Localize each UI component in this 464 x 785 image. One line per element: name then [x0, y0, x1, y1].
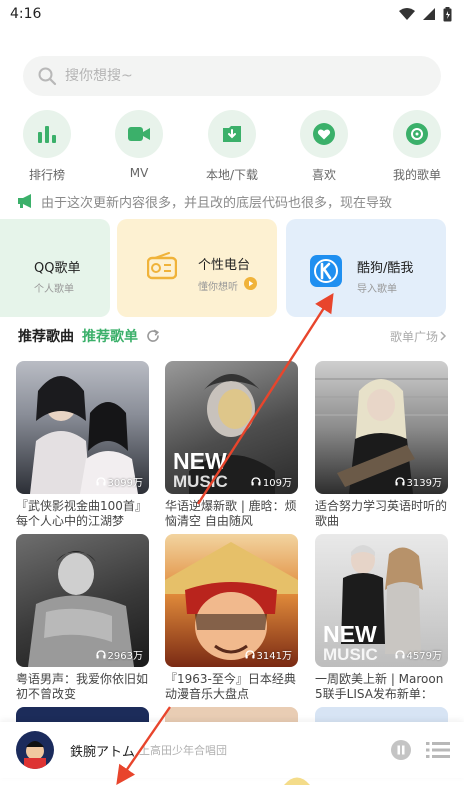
player-song-title: 鉄腕アトム — [70, 744, 136, 760]
playlist-title: 『1963-至今』日本经典动漫音乐大盘点 — [165, 672, 296, 701]
playlist-card[interactable]: 3141万 『1963-至今』日本经典动漫音乐大盘点 — [165, 534, 298, 702]
megaphone-icon — [18, 194, 31, 208]
nav-mv[interactable]: MV — [99, 110, 179, 180]
card-title: QQ歌单 — [34, 261, 81, 276]
play-count: 109万 — [251, 474, 292, 489]
play-count-value: 2963万 — [107, 651, 143, 662]
playlist-cover: 3099万 — [16, 361, 149, 494]
status-time: 4:16 — [10, 6, 42, 22]
search-bar[interactable] — [23, 56, 441, 96]
playlist-card[interactable]: 3139万 适合努力学习英语时听的歌曲 — [315, 361, 448, 529]
svg-text:MUSIC: MUSIC — [173, 472, 228, 491]
card-title: 个性电台 — [198, 258, 251, 273]
play-count-value: 3099万 — [107, 478, 143, 489]
album-art — [16, 731, 54, 769]
status-icons — [399, 6, 452, 22]
refresh-icon[interactable] — [146, 329, 160, 343]
play-count: 4579万 — [394, 647, 442, 662]
status-bar: 4:16 — [0, 0, 464, 28]
signal-icon — [423, 8, 435, 20]
play-count-value: 4579万 — [406, 651, 442, 662]
download-icon — [223, 126, 241, 142]
nav-my-playlists[interactable]: 我的歌单 — [377, 110, 457, 183]
playlist-card[interactable]: NEW MUSIC 109万 华语逆爆新歌 | 鹿晗：烦恼清空 自由随风 — [165, 361, 298, 529]
tab-recommended-playlists[interactable]: 推荐歌单 — [82, 326, 138, 346]
play-count: 3141万 — [244, 647, 292, 662]
playlist-cover: 3141万 — [165, 534, 298, 667]
nav-local-download[interactable]: 本地/下载 — [192, 110, 272, 183]
svg-text:MUSIC: MUSIC — [323, 645, 378, 664]
play-circle-icon[interactable] — [244, 277, 257, 290]
play-count: 3139万 — [394, 474, 442, 489]
playlist-title: 粤语男声：我爱你依旧如初不曾改变 — [16, 672, 149, 701]
svg-text:NEW: NEW — [323, 621, 377, 647]
playlist-square-label: 歌单广场 — [389, 329, 438, 344]
playlist-cover-partial[interactable] — [16, 707, 149, 722]
tab-recommended-songs[interactable]: 推荐歌曲 — [18, 326, 74, 346]
nav-label: 我的歌单 — [392, 168, 441, 182]
nav-label: MV — [129, 166, 149, 180]
playlist-cover: 3139万 — [315, 361, 448, 494]
notice-bar[interactable]: 由于这次更新内容很多，并且改的底层代码也很多，现在导致 — [17, 190, 457, 212]
headphone-icon — [95, 477, 106, 486]
radio-icon — [147, 252, 177, 280]
playlist-card[interactable]: NEW MUSIC 4579万 一周欧美上新 | Maroon 5联手LISA发布… — [315, 534, 448, 702]
playlist-square-link[interactable]: 歌单广场 — [390, 328, 448, 345]
nav-favorites[interactable]: 喜欢 — [284, 110, 364, 183]
svg-text:NEW: NEW — [173, 448, 227, 474]
nav-label: 喜欢 — [311, 168, 336, 182]
recommend-section-header: 推荐歌曲 推荐歌单 歌单广场 — [18, 325, 448, 347]
bar-chart-icon — [38, 126, 56, 143]
play-count: 3099万 — [95, 474, 143, 489]
playlist-card[interactable]: 3099万 『武侠影视金曲100首』每个人心中的江湖梦 — [16, 361, 149, 529]
headphone-icon — [95, 650, 106, 659]
video-camera-icon — [128, 127, 150, 141]
search-input[interactable] — [65, 68, 385, 84]
wifi-icon — [399, 8, 415, 20]
playlist-title: 一周欧美上新 | Maroon 5联手LISA发布新单： — [315, 672, 444, 701]
player-controls — [390, 739, 450, 761]
nav-label: 本地/下载 — [205, 168, 259, 182]
playlist-cover: NEW MUSIC 109万 — [165, 361, 298, 494]
headphone-icon — [394, 477, 405, 486]
card-title: 酷狗/酷我 — [357, 261, 414, 276]
card-personal-radio[interactable]: 个性电台 懂你想听 — [117, 219, 277, 317]
pause-icon[interactable] — [390, 739, 412, 761]
playlist-title: 华语逆爆新歌 | 鹿晗：烦恼清空 自由随风 — [165, 499, 297, 528]
card-kugou-import[interactable]: 酷狗/酷我 导入歌单 — [286, 219, 446, 317]
card-subtitle: 导入歌单 — [357, 284, 397, 295]
disc-icon — [406, 123, 428, 145]
playlist-cover-partial[interactable] — [315, 707, 448, 722]
play-count: 2963万 — [95, 647, 143, 662]
play-count-value: 3141万 — [256, 651, 292, 662]
nav-rank[interactable]: 排行榜 — [7, 110, 87, 183]
heart-icon — [313, 123, 335, 145]
chevron-right-icon — [440, 331, 447, 341]
quick-nav: 排行榜 MV 本地/下载 喜欢 我的歌单 — [0, 110, 464, 186]
player-artist: 上高田少年合唱団 — [139, 744, 228, 757]
playlist-card[interactable]: 2963万 粤语男声：我爱你依旧如初不曾改变 — [16, 534, 149, 702]
card-qq-playlist[interactable]: QQ歌单 个人歌单 — [0, 219, 110, 317]
play-count-value: 3139万 — [406, 478, 442, 489]
playlist-title: 适合努力学习英语时听的歌曲 — [315, 499, 448, 528]
playlist-queue-icon[interactable] — [426, 740, 450, 760]
playlist-title: 『武侠影视金曲100首』每个人心中的江湖梦 — [16, 499, 147, 528]
card-subtitle: 个人歌单 — [34, 284, 74, 295]
notice-text: 由于这次更新内容很多，并且改的底层代码也很多，现在导致 — [41, 195, 393, 211]
nav-label: 排行榜 — [28, 168, 65, 182]
play-count-value: 109万 — [262, 478, 292, 489]
headphone-icon — [394, 650, 405, 659]
playlist-cover: NEW MUSIC 4579万 — [315, 534, 448, 667]
mini-player[interactable]: 鉄腕アトム 上高田少年合唱団 — [0, 722, 464, 778]
player-album-art[interactable] — [16, 731, 54, 769]
card-subtitle: 懂你想听 — [198, 282, 238, 293]
headphone-icon — [251, 477, 261, 486]
battery-icon — [443, 6, 452, 21]
playlist-cover-partial[interactable] — [165, 707, 298, 722]
bottom-nav-peek-icon — [284, 777, 310, 785]
search-icon — [38, 67, 57, 86]
playlist-cover: 2963万 — [16, 534, 149, 667]
headphone-icon — [244, 650, 255, 659]
kugou-logo-icon — [310, 255, 342, 287]
